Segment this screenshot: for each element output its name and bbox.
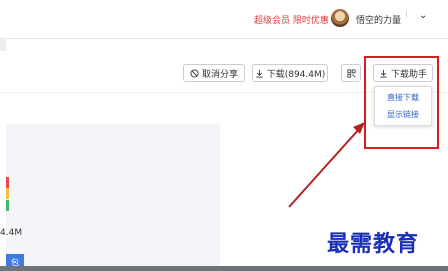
color-tag-yellow — [6, 188, 9, 199]
color-tag-red — [6, 177, 9, 188]
bottom-scrollbar[interactable] — [0, 266, 448, 271]
watermark-text: 最需教育 — [327, 231, 420, 257]
color-tag-green — [6, 200, 9, 211]
file-size-text: 4.4M — [0, 228, 23, 238]
file-list-panel — [6, 124, 220, 271]
